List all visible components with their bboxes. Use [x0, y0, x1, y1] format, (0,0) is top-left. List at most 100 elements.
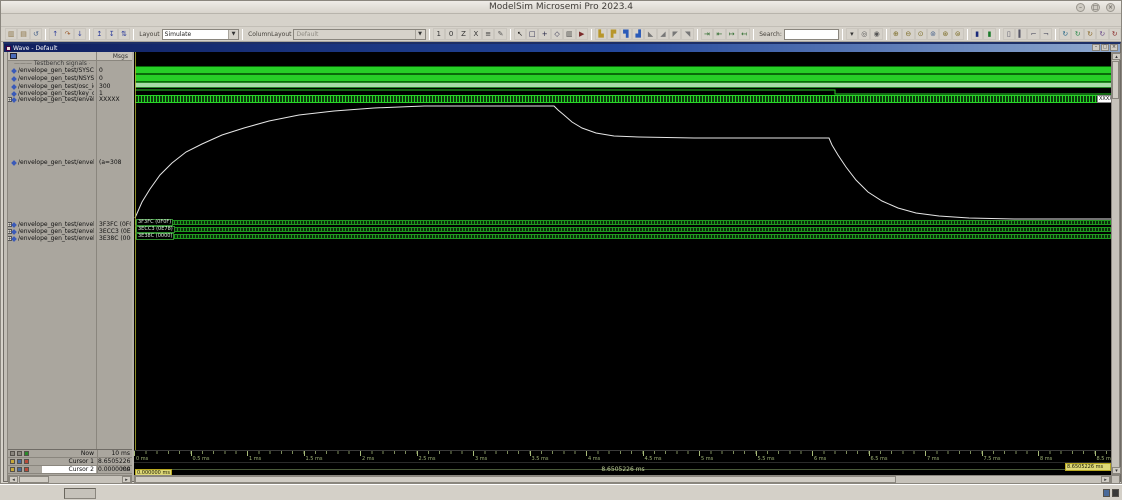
add-cursor2-icon[interactable]	[10, 467, 15, 472]
wave-canvas[interactable]: 3F3FC (0F0F)3ECC3 (0E78)3E38C (0000) XXXX	[134, 52, 1111, 450]
stretch-edge-icon[interactable]: ◣	[644, 28, 657, 40]
continue-run-icon[interactable]: ↻	[1083, 28, 1097, 40]
force-one-icon[interactable]: 1	[432, 28, 445, 40]
next-transition-icon[interactable]: ⇥	[700, 28, 714, 40]
wave-close-button[interactable]: ×	[1110, 44, 1118, 51]
signal-row[interactable]: /envelope_gen_test/envelope_inspect_r (a=…	[8, 159, 132, 166]
tray-icon-2[interactable]	[1112, 489, 1119, 497]
insert-gap-icon[interactable]: ▟	[631, 28, 645, 40]
signal-row[interactable]: +/envelope_gen_test/envelope_gen_0/dec..…	[8, 228, 132, 235]
search-down-icon[interactable]: ▾	[845, 28, 859, 40]
signal-row[interactable]: /envelope_gen_test/osc_idx 300	[8, 83, 132, 90]
columnlayout-select[interactable]: Default ▼	[293, 28, 426, 40]
bookmark-icon[interactable]: ↷	[61, 28, 74, 40]
lock-icon[interactable]	[17, 451, 22, 456]
zoom-mode2-icon[interactable]: ⊜	[951, 28, 964, 40]
show-readers-icon[interactable]: ▮	[983, 28, 996, 40]
wave-scroll-right-icon[interactable]: ▸	[1101, 476, 1110, 483]
insert-down-icon[interactable]: ↓	[73, 28, 87, 40]
wave-titlebar[interactable]: Wave - Default – ▢ ×	[4, 44, 1120, 52]
cursor-track[interactable]: 8.6505226 ms 0.000000 ms 8.6505226 ms	[134, 462, 1111, 475]
tray-icon-1[interactable]	[1103, 489, 1110, 497]
force-x-icon[interactable]: X	[469, 28, 483, 40]
delete-cursor2-icon[interactable]	[24, 467, 29, 472]
app-titlebar[interactable]: ModelSim Microsemi Pro 2023.4 – □ ×	[1, 1, 1121, 14]
show-drivers-icon[interactable]: ▮	[970, 28, 984, 40]
minimize-button[interactable]: –	[1076, 3, 1085, 12]
zoom-out-icon[interactable]: ⊖	[902, 28, 915, 40]
delete-cursor-icon[interactable]	[24, 459, 29, 464]
search-input[interactable]	[783, 28, 839, 40]
dropdown-arrow-icon[interactable]: ▼	[228, 29, 239, 39]
pan-mode-icon[interactable]: +	[538, 28, 551, 40]
maximize-button[interactable]: □	[1091, 3, 1100, 12]
paste-range-icon[interactable]: ▜	[619, 28, 632, 40]
menu-bar[interactable]	[1, 14, 1121, 27]
force-zero-icon[interactable]: 0	[444, 28, 458, 40]
zoom-cursor-icon[interactable]: ⊚	[926, 28, 940, 40]
scroll-down-icon[interactable]: ▾	[1112, 467, 1121, 474]
search-next-icon[interactable]: ◎	[858, 28, 871, 40]
wave-scroll-thumb[interactable]	[135, 476, 896, 483]
move-edge-icon[interactable]: ◢	[656, 28, 670, 40]
wave-vscroll-thumb[interactable]	[1112, 61, 1119, 99]
signal-row[interactable]: +/envelope_gen_test/envelope_inspectXXXX…	[8, 96, 132, 103]
names-scroll-right-icon[interactable]: ▸	[122, 476, 131, 483]
extend-range-icon[interactable]: ◤	[669, 28, 682, 40]
reorder-icon[interactable]: ⇅	[117, 28, 131, 40]
next-edge-icon[interactable]: ↦	[725, 28, 738, 40]
edit-cursor-icon[interactable]	[17, 459, 22, 464]
layout-select[interactable]: Simulate ▼	[161, 28, 240, 40]
paste-wave-icon[interactable]: ▤	[17, 28, 30, 40]
zoom-in-icon[interactable]: ⊕	[889, 28, 903, 40]
crosshair-mode-icon[interactable]: ◇	[550, 28, 564, 40]
signal-filter-icon[interactable]	[10, 53, 17, 59]
insert-pointer-icon[interactable]: ↑	[49, 28, 62, 40]
wave-vscrollbar[interactable]: ▴ ▾	[1111, 52, 1121, 475]
literal-icon[interactable]: ≡	[482, 28, 495, 40]
edit-cursor2-icon[interactable]	[17, 467, 22, 472]
rerun-icon[interactable]: ↻	[1071, 28, 1084, 40]
time-ruler[interactable]: 0 ms 0.5 ms 1 ms 1.5 ms 2 ms 2.5 ms 3 ms 3.5 ms…	[134, 450, 1111, 462]
move-top-icon[interactable]: ↥	[93, 28, 106, 40]
dropdown-arrow-icon[interactable]: ▼	[414, 29, 425, 39]
prev-transition-icon[interactable]: ⇤	[713, 28, 726, 40]
break-run-icon[interactable]: ↻	[1108, 28, 1121, 40]
zoom-mode-icon[interactable]: □	[526, 28, 539, 40]
edit-force-icon[interactable]: ✎	[494, 28, 507, 40]
add-cursor-icon[interactable]	[10, 459, 15, 464]
select-mode-icon[interactable]: ↖	[513, 28, 527, 40]
step-run-icon[interactable]: ↻	[1096, 28, 1109, 40]
scroll-up-icon[interactable]: ▴	[1112, 53, 1121, 60]
reload-icon[interactable]: ↺	[29, 28, 43, 40]
taskbar-window-button[interactable]	[64, 488, 96, 499]
restart-icon[interactable]: ↻	[1059, 28, 1072, 40]
zoom-full-icon[interactable]: ⊙	[914, 28, 927, 40]
cut-range-icon[interactable]: ▙	[594, 28, 608, 40]
delta-collapse-icon[interactable]: ▍	[1015, 28, 1028, 40]
move-bottom-icon[interactable]: ↧	[105, 28, 118, 40]
cursor2-line[interactable]	[135, 52, 136, 450]
signal-row[interactable]: /envelope_gen_test/NSYSRESET 0	[8, 75, 132, 82]
copy-wave-icon[interactable]: ▥	[5, 28, 18, 40]
wave-restore-button[interactable]: ▢	[1101, 44, 1109, 51]
bars-view-icon[interactable]: ▥	[563, 28, 576, 40]
expanded-time-icon[interactable]: ▯	[1002, 28, 1016, 40]
cursor2-row[interactable]: Cursor 2 0.0000000 ms	[8, 466, 132, 481]
names-scroll-left-icon[interactable]: ◂	[9, 476, 18, 483]
signal-group-divider[interactable]: Testbench signals	[8, 60, 132, 67]
flag-mode-icon[interactable]: ▶	[575, 28, 588, 40]
cursor1-row[interactable]: Cursor 1 8.6505226 ms	[8, 458, 132, 473]
column-divider[interactable]	[96, 52, 97, 449]
signal-row[interactable]: +/envelope_gen_test/envelope_gen_0/atta.…	[8, 221, 132, 228]
close-button[interactable]: ×	[1106, 3, 1115, 12]
event-time-icon[interactable]: ⌐	[1027, 28, 1040, 40]
cursor1-flag[interactable]: 8.6505226 ms	[1065, 463, 1111, 471]
zoom-range-icon[interactable]: ⊛	[939, 28, 952, 40]
signal-row[interactable]: /envelope_gen_test/SYSCLK 0	[8, 67, 132, 74]
copy-range-icon[interactable]: ▛	[607, 28, 620, 40]
force-z-icon[interactable]: Z	[457, 28, 470, 40]
wave-minimize-button[interactable]: –	[1092, 44, 1100, 51]
link-icon[interactable]	[10, 451, 15, 456]
names-scroll-thumb[interactable]	[19, 476, 49, 483]
